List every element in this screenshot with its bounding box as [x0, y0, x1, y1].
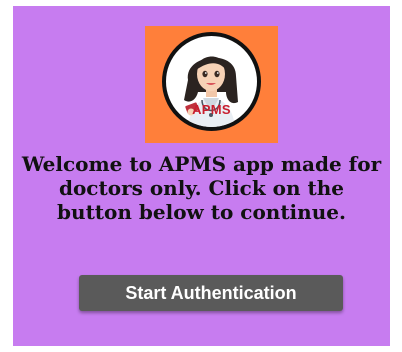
app-logo: APMS — [145, 26, 278, 143]
logo-circle: APMS — [162, 32, 261, 131]
start-authentication-button[interactable]: Start Authentication — [79, 275, 343, 311]
app-screen: APMS Welcome to APMS app made for doctor… — [13, 6, 390, 346]
logo-label: APMS — [192, 102, 231, 117]
welcome-message: Welcome to APMS app made for doctors onl… — [21, 152, 382, 224]
